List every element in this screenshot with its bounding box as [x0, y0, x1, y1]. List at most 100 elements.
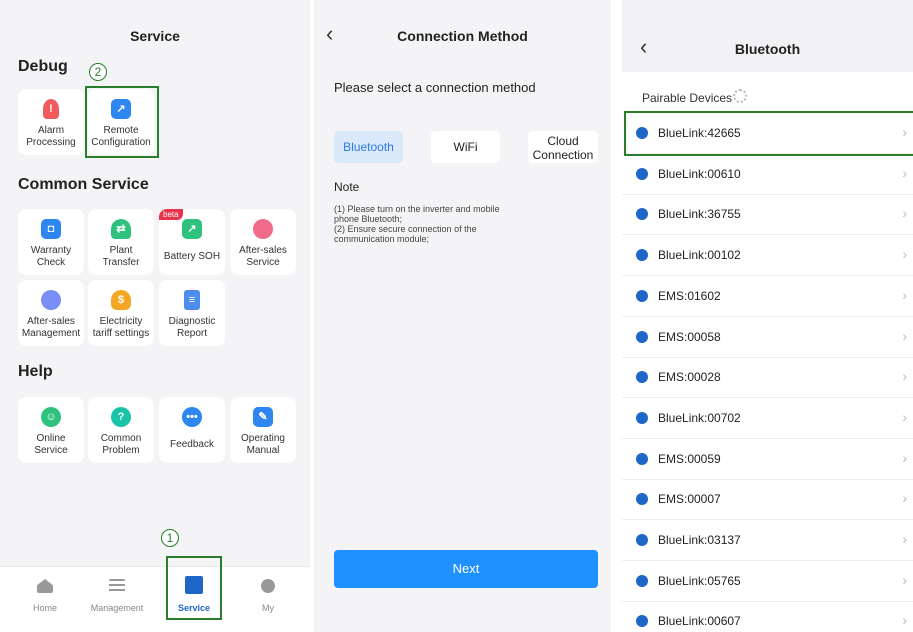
bluetooth-icon [636, 493, 648, 506]
tile-label: After-sales Service [239, 245, 287, 268]
pairable-devices-label: Pairable Devices [642, 91, 733, 105]
bluetooth-icon [636, 330, 648, 343]
chevron-right-icon: › [902, 246, 907, 263]
device-row[interactable]: BlueLink:36755 › [622, 194, 913, 236]
next-button[interactable]: Next [334, 550, 598, 588]
beta-badge: beta [159, 209, 183, 220]
tile-label: Plant Transfer [102, 245, 140, 268]
highlight-box-first-device [624, 111, 913, 156]
tile-label: Online Service [34, 433, 68, 456]
device-row[interactable]: BlueLink:00102 › [622, 235, 913, 277]
note-line: (1) Please turn on the inverter and mobi… [334, 204, 500, 214]
step-marker-2: 2 [89, 63, 107, 81]
online-service-tile[interactable]: ☺ Online Service [18, 397, 84, 463]
common-problem-tile[interactable]: ? Common Problem [88, 397, 154, 463]
feedback-tile[interactable]: ••• Feedback [159, 397, 225, 463]
service-screen: Service Debug ! Alarm Processing ↗ Remot… [0, 0, 310, 632]
management-icon [109, 579, 125, 593]
chevron-right-icon: › [902, 286, 907, 303]
operating-manual-tile[interactable]: ✎ Operating Manual [230, 397, 296, 463]
device-row[interactable]: EMS:00028 › [622, 357, 913, 399]
bottom-tab-bar: Home Management Service My [0, 566, 310, 632]
home-icon [37, 579, 53, 593]
device-name: EMS:00059 [658, 451, 721, 466]
device-row[interactable]: BlueLink:00702 › [622, 398, 913, 439]
plant-transfer-tile[interactable]: ⇄ Plant Transfer [88, 209, 154, 275]
after-sales-management-tile[interactable]: After-sales Management [18, 280, 84, 346]
device-name: BlueLink:00610 [658, 166, 741, 181]
diagnostic-report-tile[interactable]: ≡ Diagnostic Report [159, 280, 225, 346]
bluetooth-icon [636, 574, 648, 587]
note-title: Note [334, 180, 360, 194]
bluetooth-icon [636, 371, 648, 384]
common-service-section-title: Common Service [18, 176, 149, 193]
battery-soh-icon: ↗ [182, 219, 202, 239]
highlight-box-service-tab [166, 556, 222, 620]
bluetooth-icon [636, 534, 648, 546]
device-row[interactable]: BlueLink:00607 › [622, 601, 913, 632]
bluetooth-icon [636, 411, 648, 424]
header-bar [622, 0, 913, 72]
after-sales-service-tile[interactable]: After-sales Service [230, 209, 296, 275]
operating-manual-icon: ✎ [253, 407, 273, 427]
page-title: Service [130, 28, 180, 44]
tile-label: Alarm Processing [26, 125, 76, 148]
electricity-tariff-tile[interactable]: $ Electricity tariff settings [88, 280, 154, 346]
chevron-right-icon: › [902, 531, 907, 547]
tile-label: Electricity tariff settings [92, 316, 150, 339]
bluetooth-icon [636, 167, 648, 180]
after-sales-management-icon [41, 290, 61, 310]
my-icon [261, 579, 275, 593]
help-section-title: Help [18, 363, 53, 380]
tile-label: After-sales Management [21, 316, 81, 339]
bluetooth-screen: ‹ Bluetooth Pairable Devices BlueLink:42… [622, 0, 913, 632]
device-row[interactable]: BlueLink:05765 › [622, 561, 913, 602]
cloud-connection-method-button[interactable]: Cloud Connection [528, 131, 598, 163]
battery-soh-tile[interactable]: beta ↗ Battery SOH [159, 209, 225, 275]
device-row[interactable]: EMS:00007 › [622, 479, 913, 521]
connection-prompt: Please select a connection method [334, 80, 536, 95]
alarm-icon: ! [43, 99, 59, 119]
chevron-right-icon: › [902, 327, 907, 344]
device-name: BlueLink:03137 [658, 533, 741, 547]
device-row[interactable]: BlueLink:03137 › [622, 520, 913, 561]
tab-management[interactable]: Management [87, 575, 147, 613]
tab-home[interactable]: Home [15, 575, 75, 613]
tab-my[interactable]: My [238, 575, 298, 613]
feedback-icon: ••• [182, 407, 202, 427]
highlight-box-remote-config [85, 86, 159, 158]
device-name: EMS:01602 [658, 288, 721, 303]
common-problem-icon: ? [111, 407, 131, 427]
note-line: (2) Ensure secure connection of the [334, 224, 477, 234]
tab-label: My [262, 603, 274, 613]
bluetooth-icon [636, 289, 648, 302]
chevron-right-icon: › [902, 408, 907, 425]
chevron-right-icon: › [902, 164, 907, 181]
connection-method-screen: ‹ Connection Method Please select a conn… [314, 0, 611, 632]
page-title: Bluetooth [734, 41, 801, 57]
tile-label: Diagnostic Report [168, 316, 216, 339]
diagnostic-report-icon: ≡ [184, 290, 200, 310]
bluetooth-method-button[interactable]: Bluetooth [334, 131, 403, 163]
tab-label: Management [90, 603, 144, 613]
alarm-processing-tile[interactable]: ! Alarm Processing [18, 89, 84, 155]
tariff-icon: $ [111, 290, 131, 310]
warranty-check-tile[interactable]: ◘ Warranty Check [18, 209, 84, 275]
chevron-right-icon: › [902, 205, 907, 222]
warranty-icon: ◘ [41, 219, 61, 239]
device-name: BlueLink:05765 [658, 573, 741, 588]
wifi-method-button[interactable]: WiFi [431, 131, 500, 163]
device-row[interactable]: EMS:01602 › [622, 276, 913, 317]
device-row[interactable]: EMS:00058 › [622, 317, 913, 358]
device-row[interactable]: BlueLink:00610 › [622, 154, 913, 195]
page-title: Connection Method [397, 28, 528, 44]
after-sales-icon [253, 219, 273, 239]
bluetooth-icon [636, 452, 648, 465]
device-row[interactable]: EMS:00059 › [622, 439, 913, 480]
step-marker-1: 1 [161, 529, 179, 547]
debug-section-title: Debug [18, 58, 68, 75]
device-name: EMS:00028 [658, 370, 721, 385]
tab-label: Home [32, 603, 57, 613]
tile-label: Feedback [170, 439, 214, 450]
note-line: phone Bluetooth; [334, 214, 403, 224]
